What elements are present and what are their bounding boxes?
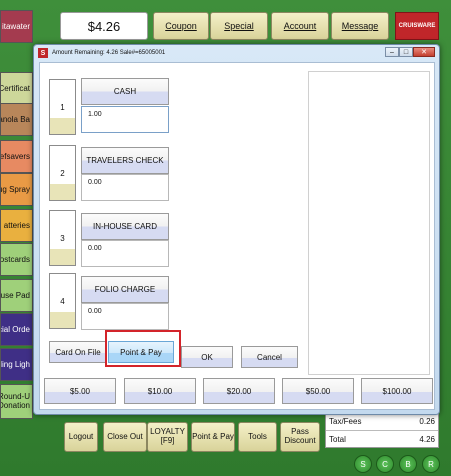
close-icon[interactable]: ✕ (413, 47, 435, 57)
totals-panel: Tax/Fees 0.26 Total 4.26 (325, 412, 439, 448)
category-item[interactable]: ecial Orde (0, 313, 33, 346)
s-circle-button[interactable]: S (354, 455, 372, 473)
app-icon: S (38, 48, 48, 58)
tender-in-house-card-button[interactable]: IN-HOUSE CARD (81, 213, 169, 240)
tax-value: 0.26 (419, 417, 435, 426)
tools-button[interactable]: Tools (238, 422, 277, 452)
cash-10-button[interactable]: $10.00 (124, 378, 196, 404)
total-label: Total (329, 434, 346, 444)
category-item[interactable]: efsavers (0, 140, 33, 173)
tender-number: 3 (49, 210, 76, 266)
info-panel (308, 71, 430, 375)
category-item[interactable]: anola Ba (0, 103, 33, 136)
tender-travelers-check-button[interactable]: TRAVELERS CHECK (81, 147, 169, 174)
tender-cash-button[interactable]: CASH (81, 78, 169, 105)
category-item[interactable]: atteries (0, 209, 33, 242)
r-circle-button[interactable]: R (422, 455, 440, 473)
tender-number: 4 (49, 273, 76, 329)
dialog-titlebar: S Amount Remaining: 4.26 Sale#=65005001 … (34, 45, 439, 61)
special-button[interactable]: Special (210, 12, 268, 40)
card-on-file-button[interactable]: Card On File (49, 341, 107, 363)
category-item[interactable]: ug Spray (0, 173, 33, 206)
category-item[interactable]: Round-U Donation (0, 384, 33, 419)
tax-label: Tax/Fees (329, 417, 362, 426)
category-item[interactable]: ostcards (0, 243, 33, 276)
b-circle-button[interactable]: B (399, 455, 417, 473)
tender-number: 2 (49, 145, 76, 201)
minimize-icon[interactable]: – (385, 47, 399, 57)
c-circle-button[interactable]: C (376, 455, 394, 473)
highlight-box (105, 330, 181, 367)
maximize-icon[interactable]: □ (399, 47, 413, 57)
category-item[interactable]: nding Ligh (0, 348, 33, 381)
loyalty-button[interactable]: LOYALTY [F9] (147, 422, 188, 452)
cruisware-logo: CRUISWARE (395, 12, 439, 40)
dialog-title: Amount Remaining: 4.26 Sale#=65005001 (52, 50, 166, 56)
account-button[interactable]: Account (271, 12, 329, 40)
cash-100-button[interactable]: $100.00 (361, 378, 433, 404)
category-item[interactable]: itawater (0, 10, 33, 43)
point-pay-bottom-button[interactable]: Point & Pay (191, 422, 235, 452)
tender-folio-charge-button[interactable]: FOLIO CHARGE (81, 276, 169, 303)
cash-50-button[interactable]: $50.00 (282, 378, 354, 404)
cash-amount-input[interactable]: 1.00 (81, 106, 169, 133)
logout-button[interactable]: Logout (64, 422, 98, 452)
dialog-client: 1 CASH 1.00 2 TRAVELERS CHECK 0.00 3 IN-… (39, 62, 435, 410)
category-item[interactable]: Certificat (0, 72, 33, 105)
total-value: 4.26 (419, 434, 435, 444)
close-out-button[interactable]: Close Out (103, 422, 147, 452)
cash-20-button[interactable]: $20.00 (203, 378, 275, 404)
in-house-card-amount-input[interactable]: 0.00 (81, 240, 169, 267)
cash-5-button[interactable]: $5.00 (44, 378, 116, 404)
amount-display: $4.26 (60, 12, 148, 40)
tender-number: 1 (49, 79, 76, 135)
travelers-check-amount-input[interactable]: 0.00 (81, 174, 169, 201)
folio-charge-amount-input[interactable]: 0.00 (81, 303, 169, 330)
payment-dialog: S Amount Remaining: 4.26 Sale#=65005001 … (33, 44, 440, 415)
ok-button[interactable]: OK (181, 346, 233, 368)
cancel-button[interactable]: Cancel (241, 346, 298, 368)
message-button[interactable]: Message (331, 12, 389, 40)
coupon-button[interactable]: Coupon (153, 12, 209, 40)
pass-discount-button[interactable]: Pass Discount (280, 422, 320, 452)
category-item[interactable]: ouse Pad (0, 279, 33, 312)
